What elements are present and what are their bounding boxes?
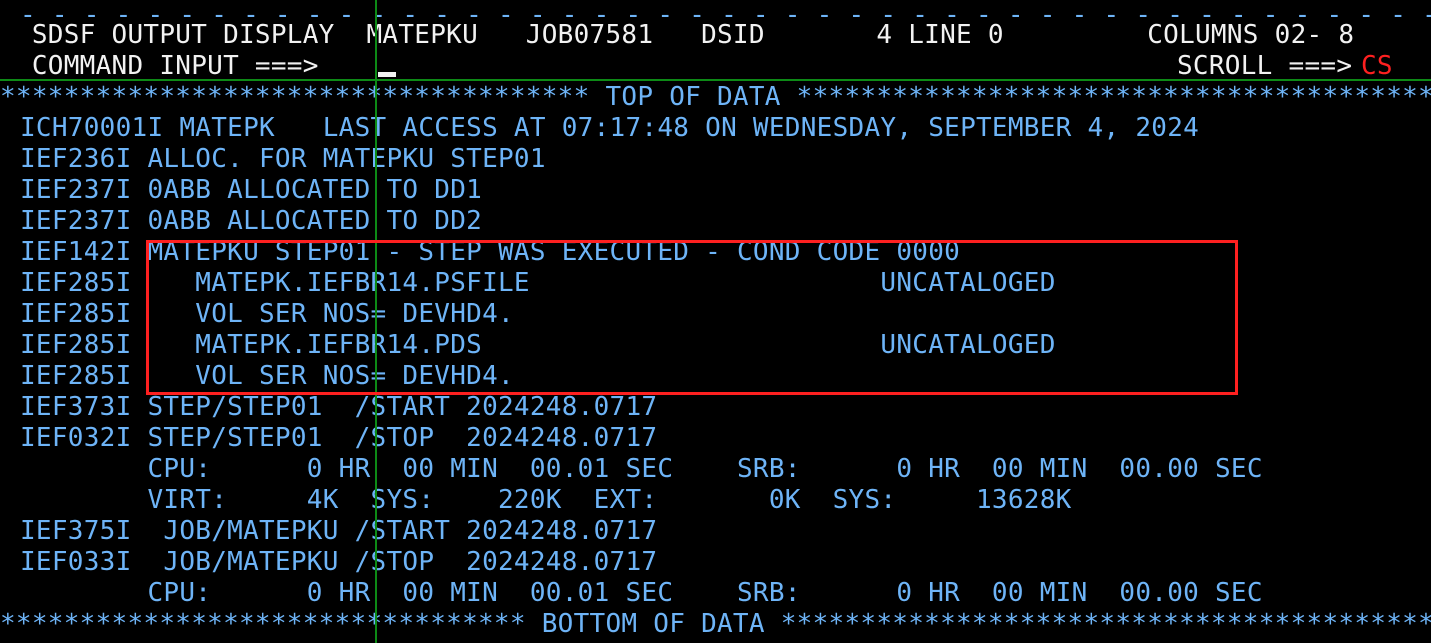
log-line: IEF237I 0ABB ALLOCATED TO DD1 bbox=[20, 175, 483, 205]
scroll-label: SCROLL ===> bbox=[1177, 51, 1369, 81]
text-cursor[interactable] bbox=[378, 72, 396, 77]
log-line: IEF142I MATEPKU STEP01 - STEP WAS EXECUT… bbox=[20, 237, 961, 267]
log-line: IEF285I VOL SER NOS= DEVHD4. bbox=[20, 361, 514, 391]
log-line: IEF032I STEP/STEP01 /STOP 2024248.0717 bbox=[20, 423, 658, 453]
panel-header-line: SDSF OUTPUT DISPLAY MATEPKU JOB07581 DSI… bbox=[0, 20, 1355, 50]
top-of-data-banner: ************************************* TO… bbox=[0, 82, 1431, 112]
log-line: IEF237I 0ABB ALLOCATED TO DD2 bbox=[20, 206, 483, 236]
scroll-value[interactable]: CS bbox=[1361, 51, 1393, 82]
terminal-grid: - - - - - - - - - - - - - - - - - - - - … bbox=[0, 0, 1431, 643]
log-line: IEF375I JOB/MATEPKU /START 2024248.0717 bbox=[20, 516, 658, 546]
command-input-line[interactable]: COMMAND INPUT ===> bbox=[0, 51, 335, 82]
log-line: VIRT: 4K SYS: 220K EXT: 0K SYS: 13628K bbox=[20, 485, 1072, 515]
log-line: IEF285I VOL SER NOS= DEVHD4. bbox=[20, 299, 514, 329]
log-line: ICH70001I MATEPK LAST ACCESS AT 07:17:48… bbox=[20, 113, 1200, 143]
header-separator-line bbox=[0, 79, 1431, 81]
log-line: IEF285I MATEPK.IEFBR14.PSFILE UNCATALOGE… bbox=[20, 268, 1056, 298]
column-separator-line bbox=[375, 0, 377, 643]
bottom-of-data-banner: ********************************* BOTTOM… bbox=[0, 609, 1431, 639]
sdsf-terminal-screen: - - - - - - - - - - - - - - - - - - - - … bbox=[0, 0, 1431, 643]
log-line: IEF285I MATEPK.IEFBR14.PDS UNCATALOGED bbox=[20, 330, 1056, 360]
log-line: IEF236I ALLOC. FOR MATEPKU STEP01 bbox=[20, 144, 546, 174]
log-line: IEF373I STEP/STEP01 /START 2024248.0717 bbox=[20, 392, 658, 422]
log-line: CPU: 0 HR 00 MIN 00.01 SEC SRB: 0 HR 00 … bbox=[20, 578, 1263, 608]
log-line: CPU: 0 HR 00 MIN 00.01 SEC SRB: 0 HR 00 … bbox=[20, 454, 1263, 484]
log-line: IEF033I JOB/MATEPKU /STOP 2024248.0717 bbox=[20, 547, 658, 577]
